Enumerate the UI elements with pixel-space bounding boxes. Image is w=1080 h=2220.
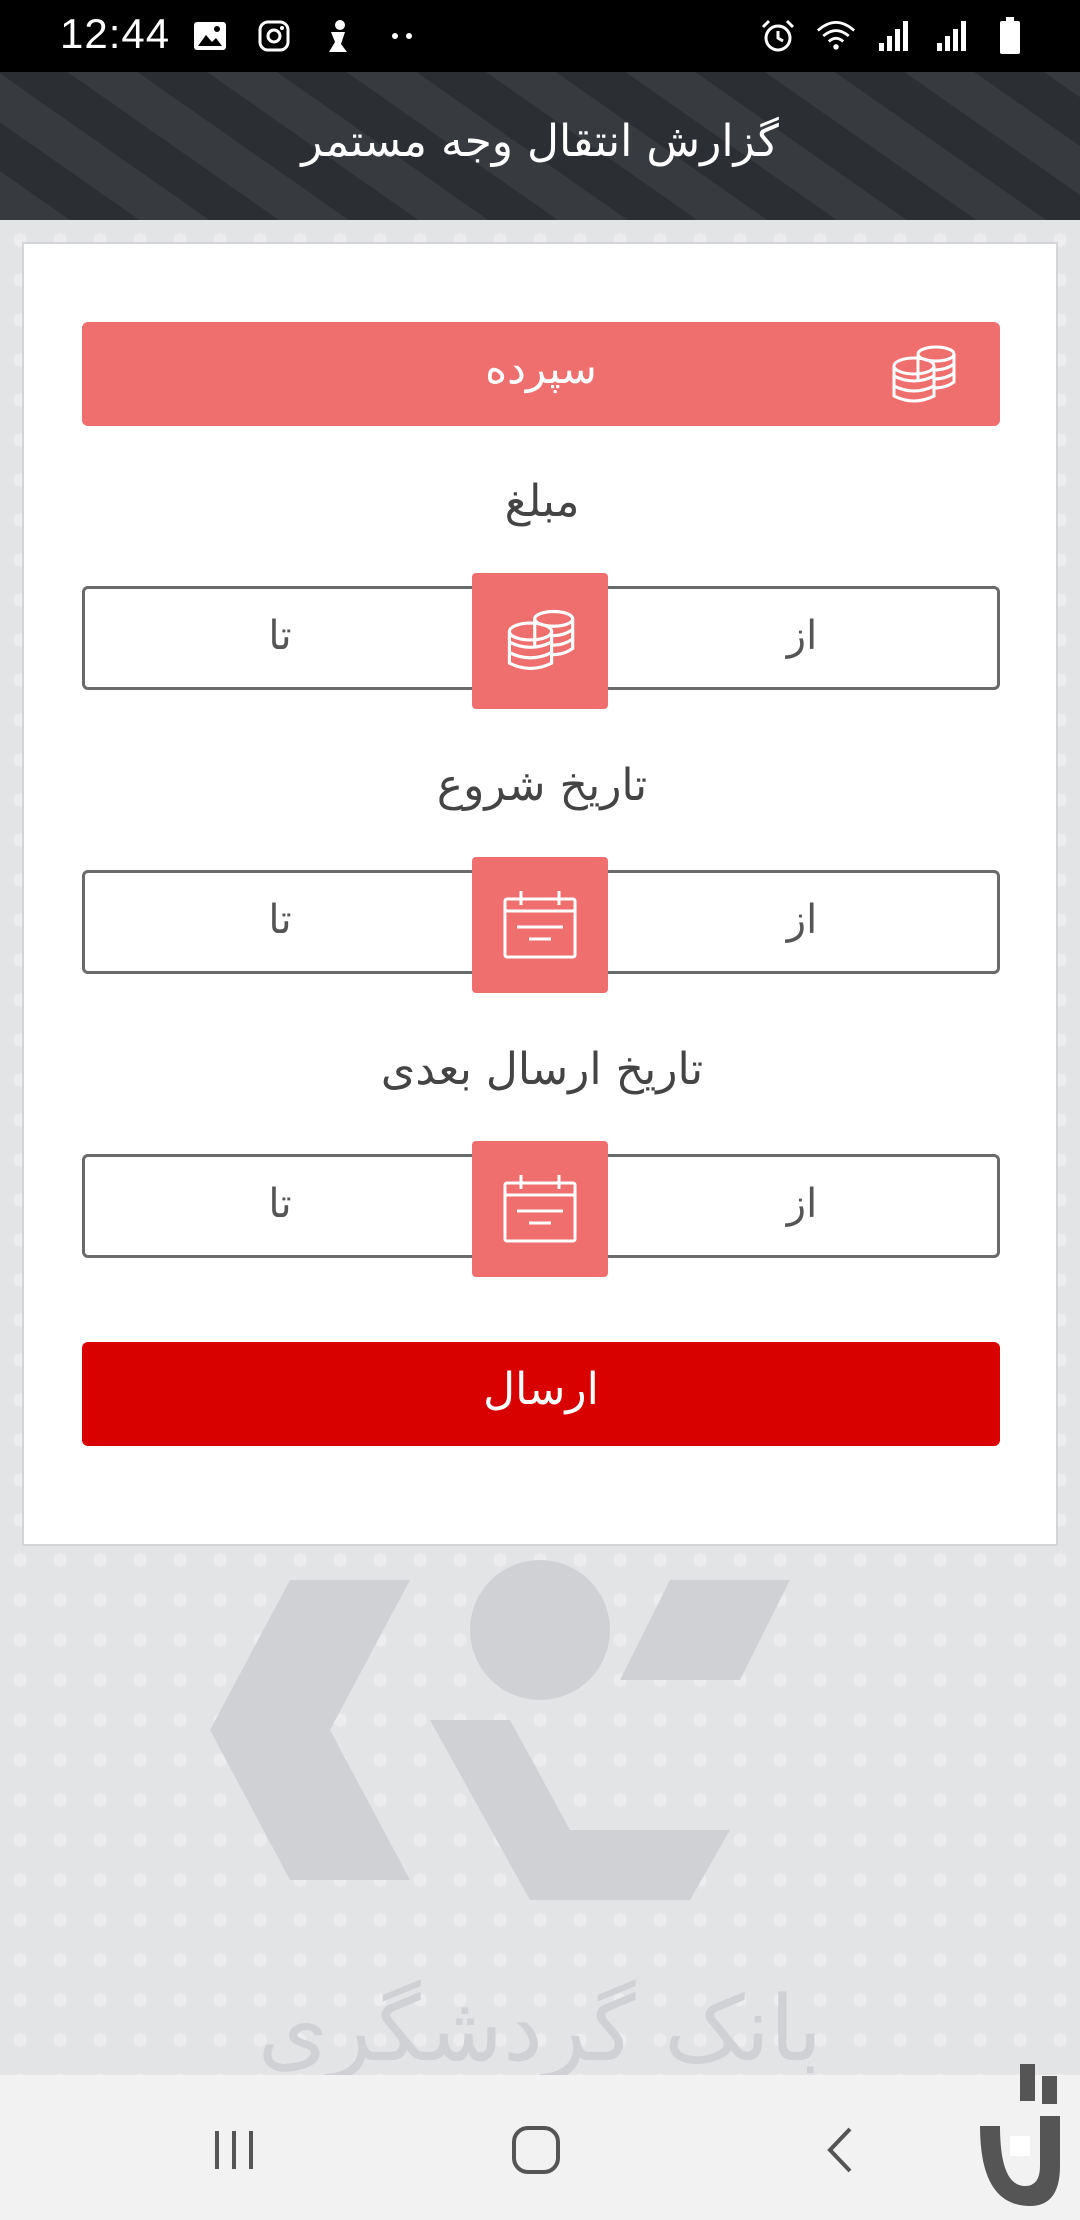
signal-icon bbox=[874, 16, 914, 56]
report-form-card: سپرده مبلغ تا از تاریخ شروع تا از تاریخ … bbox=[22, 242, 1058, 1546]
amount-icon-box bbox=[472, 573, 608, 709]
coins-icon bbox=[892, 345, 956, 403]
system-nav-bar bbox=[0, 2075, 1080, 2220]
account-select-button[interactable]: سپرده bbox=[82, 322, 1000, 426]
next-send-date-from-field[interactable]: از bbox=[607, 1181, 997, 1227]
start-date-range: تا از bbox=[82, 857, 1000, 993]
start-date-label: تاریخ شروع bbox=[436, 760, 648, 811]
next-send-date-label: تاریخ ارسال بعدی bbox=[380, 1044, 704, 1095]
submit-button[interactable]: ارسال bbox=[82, 1342, 1000, 1446]
watermark-text: بانک گردشگری bbox=[258, 1977, 822, 2082]
page-title: گزارش انتقال وجه مستمر bbox=[301, 116, 779, 167]
calendar-icon bbox=[503, 1175, 577, 1243]
app-header: گزارش انتقال وجه مستمر bbox=[0, 72, 1080, 220]
amount-label: مبلغ bbox=[504, 476, 580, 527]
amount-to-field[interactable]: تا bbox=[85, 613, 475, 659]
status-bar: 12:44 bbox=[0, 0, 1080, 72]
calendar-icon bbox=[503, 891, 577, 959]
amount-from-field[interactable]: از bbox=[607, 613, 997, 659]
wifi-icon bbox=[816, 16, 856, 56]
status-time: 12:44 bbox=[60, 10, 171, 57]
battery-icon bbox=[990, 16, 1030, 56]
image-icon bbox=[190, 16, 230, 56]
more-dots-icon bbox=[382, 16, 422, 56]
instagram-icon bbox=[254, 16, 294, 56]
next-send-date-range: تا از bbox=[82, 1141, 1000, 1277]
next-send-date-icon-box bbox=[472, 1141, 608, 1277]
next-send-date-to-field[interactable]: تا bbox=[85, 1181, 475, 1227]
recent-apps-icon[interactable] bbox=[194, 2115, 274, 2185]
app-notification-icon bbox=[318, 16, 358, 56]
account-label: سپرده bbox=[485, 344, 597, 393]
back-icon[interactable] bbox=[800, 2115, 880, 2185]
signal-icon bbox=[932, 16, 972, 56]
submit-label: ارسال bbox=[483, 1364, 599, 1415]
alarm-icon bbox=[758, 16, 798, 56]
bank-watermark-logo: بانک گردشگری bbox=[210, 1560, 822, 2082]
start-date-from-field[interactable]: از bbox=[607, 897, 997, 943]
coins-icon bbox=[507, 609, 575, 670]
start-date-to-field[interactable]: تا bbox=[85, 897, 475, 943]
amount-range: تا از bbox=[82, 573, 1000, 709]
home-icon[interactable] bbox=[496, 2115, 576, 2185]
store-badge-icon bbox=[980, 2064, 1060, 2206]
start-date-icon-box bbox=[472, 857, 608, 993]
